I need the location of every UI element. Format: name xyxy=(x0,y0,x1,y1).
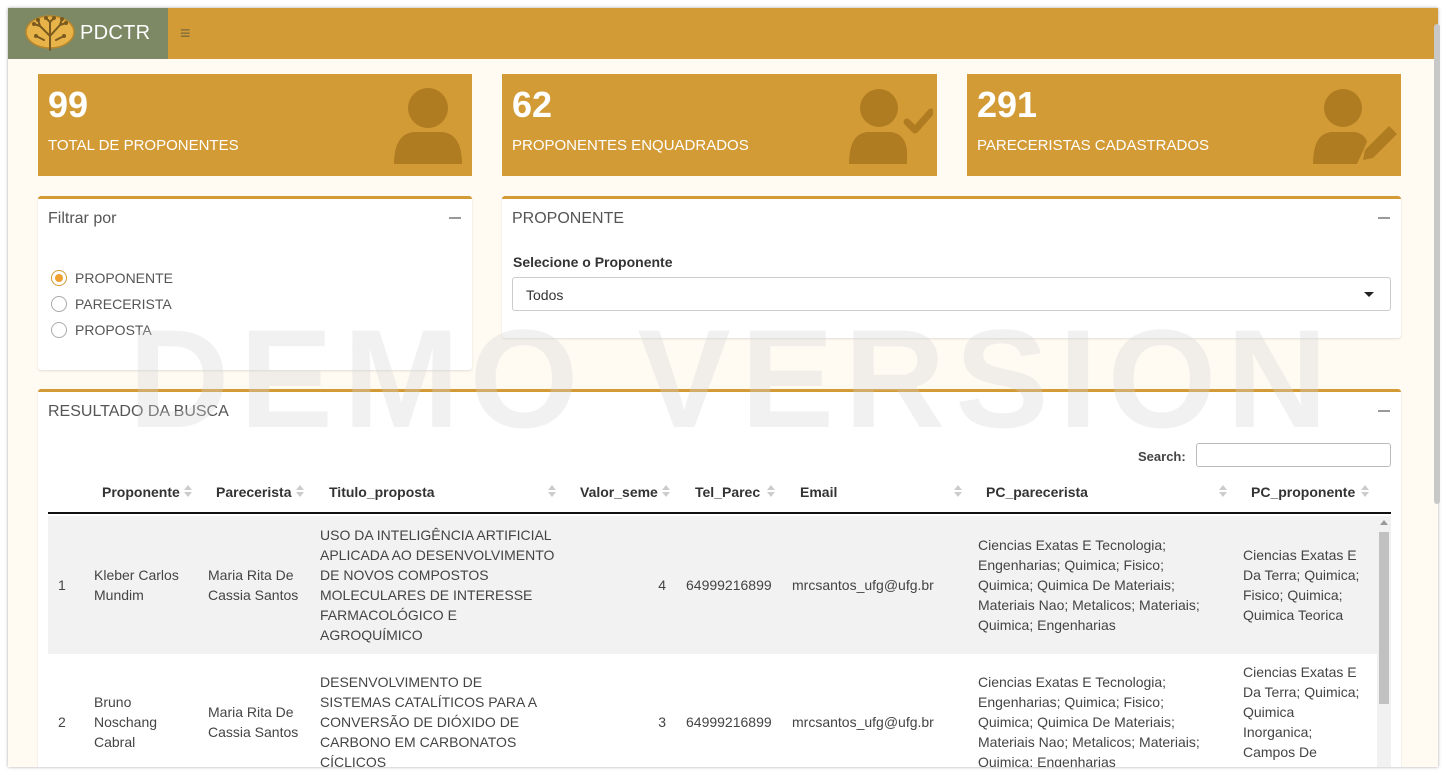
proponente-select[interactable]: Todos xyxy=(512,277,1391,311)
row-index: 2 xyxy=(58,714,66,730)
collapse-icon[interactable] xyxy=(448,207,462,223)
cell-tel: 64999216899 xyxy=(686,577,772,593)
column-header-email[interactable]: Email xyxy=(800,484,837,500)
select-label: Selecione o Proponente xyxy=(513,254,673,270)
neuron-logo-icon xyxy=(25,14,75,51)
cell-parecerista: Maria Rita De Cassia Santos xyxy=(208,704,299,740)
sort-icon[interactable] xyxy=(1219,485,1227,499)
page-scrollbar-thumb[interactable] xyxy=(1434,24,1440,504)
results-box: RESULTADO DA BUSCA Search: Proponente Pa… xyxy=(38,389,1401,767)
app-window: PDCTR ≡ 99 TOTAL DE PROPONENTES 62 PROPO… xyxy=(8,8,1438,767)
radio-checked-icon[interactable] xyxy=(51,270,67,286)
radio-label: PARECERISTA xyxy=(75,296,172,312)
table-body: 1 Kleber Carlos Mundim Maria Rita De Cas… xyxy=(48,516,1377,767)
caret-down-icon xyxy=(1364,292,1374,297)
column-header-pc-parecerista[interactable]: PC_parecerista xyxy=(986,484,1088,500)
stat-total-proponentes: 99 TOTAL DE PROPONENTES xyxy=(38,74,472,176)
brand[interactable]: PDCTR xyxy=(8,8,168,59)
column-header-titulo[interactable]: Titulo_proposta xyxy=(329,484,435,500)
stat-pareceristas-cadastrados: 291 PARECERISTAS CADASTRADOS xyxy=(967,74,1401,176)
cell-email: mrcsantos_ufg@ufg.br xyxy=(792,577,934,593)
top-navbar: PDCTR ≡ xyxy=(8,8,1438,59)
cell-pc-proponente: Ciencias Exatas E Da Terra; Quimica; Fis… xyxy=(1243,547,1360,623)
cell-pc-parecerista: Ciencias Exatas E Tecnologia; Engenharia… xyxy=(978,674,1200,767)
user-check-icon xyxy=(849,89,933,164)
cell-email: mrcsantos_ufg@ufg.br xyxy=(792,714,934,730)
search-input[interactable] xyxy=(1196,443,1391,467)
table-header: Proponente Parecerista Titulo_proposta V… xyxy=(48,474,1391,514)
stat-proponentes-enquadrados: 62 PROPONENTES ENQUADRADOS xyxy=(502,74,937,176)
search-label: Search: xyxy=(1138,449,1186,464)
cell-tel: 64999216899 xyxy=(686,714,772,730)
collapse-icon[interactable] xyxy=(1377,400,1391,416)
results-title: RESULTADO DA BUSCA xyxy=(48,403,229,420)
user-edit-icon xyxy=(1313,89,1397,164)
cell-pc-parecerista: Ciencias Exatas E Tecnologia; Engenharia… xyxy=(978,537,1200,633)
column-header-pc-proponente[interactable]: PC_proponente xyxy=(1251,484,1355,500)
column-header-valor[interactable]: Valor_seme xyxy=(580,484,658,500)
cell-parecerista: Maria Rita De Cassia Santos xyxy=(208,567,299,603)
radio-label: PROPONENTE xyxy=(75,270,174,286)
table-row[interactable]: 2 Bruno Noschang Cabral Maria Rita De Ca… xyxy=(48,654,1377,767)
hamburger-icon[interactable]: ≡ xyxy=(180,22,191,44)
radio-parecerista[interactable]: PARECERISTA xyxy=(51,296,172,312)
cell-proponente: Bruno Noschang Cabral xyxy=(94,694,158,750)
filter-title: Filtrar por xyxy=(48,210,117,227)
collapse-icon[interactable] xyxy=(1377,207,1391,223)
column-header-parecerista[interactable]: Parecerista xyxy=(216,484,292,500)
cell-titulo: DESENVOLVIMENTO DE SISTEMAS CATALÍTICOS … xyxy=(320,674,537,767)
brand-name: PDCTR xyxy=(80,22,151,44)
radio-unchecked-icon[interactable] xyxy=(51,296,67,312)
scroll-up-arrow-icon[interactable] xyxy=(1380,520,1388,525)
stat-value: 62 xyxy=(512,84,553,125)
sort-icon[interactable] xyxy=(548,485,556,499)
column-header-tel[interactable]: Tel_Parec xyxy=(695,484,760,500)
page-scrollbar[interactable] xyxy=(1433,16,1443,759)
stat-label: PARECERISTAS CADASTRADOS xyxy=(977,137,1209,154)
sort-icon[interactable] xyxy=(1361,485,1369,499)
stat-value: 291 xyxy=(977,84,1038,125)
row-index: 1 xyxy=(58,577,66,593)
proponente-title: PROPONENTE xyxy=(512,210,625,227)
cell-proponente: Kleber Carlos Mundim xyxy=(94,567,179,603)
cell-titulo: USO DA INTELIGÊNCIA ARTIFICIAL APLICADA … xyxy=(320,527,555,643)
select-value: Todos xyxy=(526,287,564,303)
scrollbar-thumb[interactable] xyxy=(1379,532,1389,704)
sort-icon[interactable] xyxy=(296,485,304,499)
radio-proposta[interactable]: PROPOSTA xyxy=(51,322,152,338)
filter-box: Filtrar por PROPONENTE PARECERISTA PROPO… xyxy=(38,196,472,370)
radio-label: PROPOSTA xyxy=(75,322,152,338)
column-header-proponente[interactable]: Proponente xyxy=(102,484,180,500)
proponente-box: PROPONENTE Selecione o Proponente Todos xyxy=(502,196,1401,338)
sort-icon[interactable] xyxy=(662,485,670,499)
stat-label: PROPONENTES ENQUADRADOS xyxy=(512,137,749,154)
sort-icon[interactable] xyxy=(954,485,962,499)
cell-valor: 4 xyxy=(658,577,666,593)
radio-unchecked-icon[interactable] xyxy=(51,322,67,338)
cell-valor: 3 xyxy=(658,714,666,730)
cell-pc-proponente: Ciencias Exatas E Da Terra; Quimica; Qui… xyxy=(1243,664,1360,767)
radio-proponente[interactable]: PROPONENTE xyxy=(51,270,173,286)
table-row[interactable]: 1 Kleber Carlos Mundim Maria Rita De Cas… xyxy=(48,516,1377,654)
table-scrollbar[interactable] xyxy=(1377,516,1391,767)
user-icon xyxy=(394,88,462,164)
sort-icon[interactable] xyxy=(767,485,775,499)
stat-label: TOTAL DE PROPONENTES xyxy=(48,137,239,154)
sort-icon[interactable] xyxy=(184,485,192,499)
stat-value: 99 xyxy=(48,84,89,125)
